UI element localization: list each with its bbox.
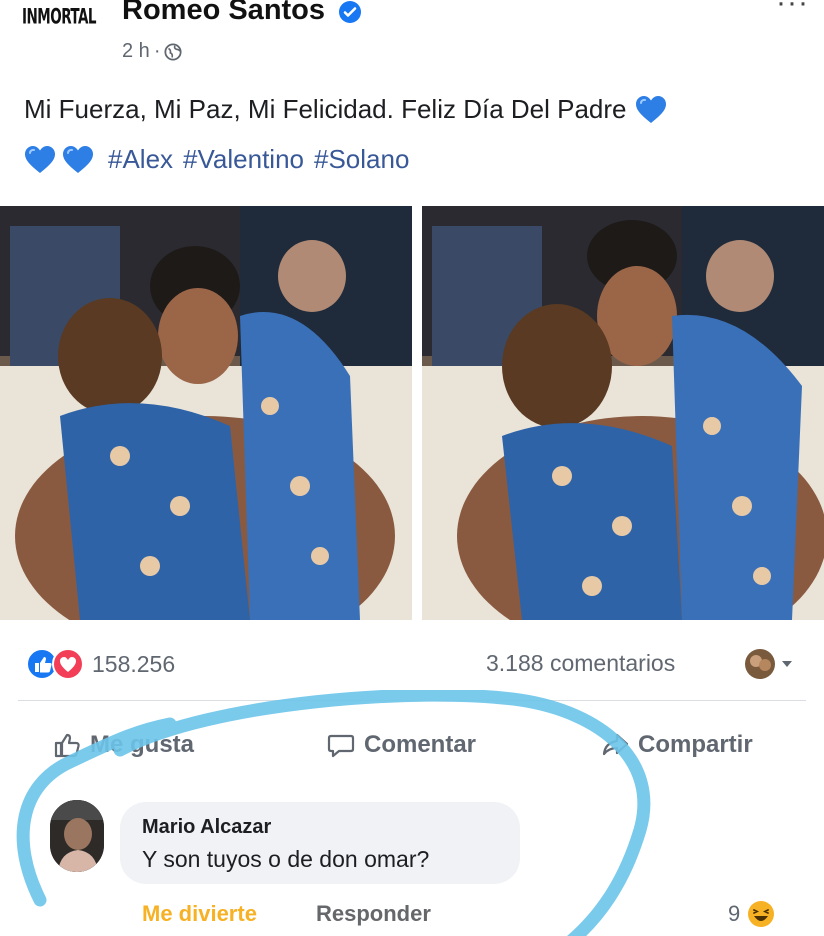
hashtag-solano[interactable]: #Solano — [314, 144, 409, 175]
caption-text: Mi Fuerza, Mi Paz, Mi Felicidad. Feliz D… — [24, 94, 627, 124]
reactions-count: 158.256 — [92, 650, 176, 677]
haha-reaction-icon — [748, 901, 775, 927]
comment-text: Y son tuyos o de don omar? — [142, 846, 430, 872]
like-label: Me gusta — [90, 731, 195, 758]
hashtag-valentino[interactable]: #Valentino — [183, 144, 304, 175]
chevron-down-icon — [782, 661, 792, 667]
comment-author[interactable]: Mario Alcazar — [142, 816, 271, 839]
reactions-summary[interactable]: 158.256 — [26, 648, 175, 680]
like-button[interactable]: Me gusta — [52, 730, 194, 760]
share-button[interactable]: Compartir — [600, 730, 753, 760]
blue-heart-icon — [25, 145, 55, 173]
love-reaction-icon — [52, 648, 84, 680]
post-photo-right[interactable] — [422, 206, 824, 620]
page-logo[interactable]: INMORTAL — [22, 4, 106, 68]
post-caption-line2: #Alex #Valentino #Solano — [24, 144, 413, 175]
post-caption: Mi Fuerza, Mi Paz, Mi Felicidad. Feliz D… — [24, 94, 667, 125]
comment-bubble-icon — [327, 734, 355, 758]
share-arrow-icon — [602, 733, 629, 756]
reply-button[interactable]: Responder — [316, 901, 431, 927]
meta-separator: · — [153, 40, 161, 62]
hashtag-alex[interactable]: #Alex — [108, 144, 173, 175]
divider — [18, 700, 806, 701]
comment-button[interactable]: Comentar — [326, 730, 476, 760]
blue-heart-icon — [63, 145, 93, 173]
commenter-avatar[interactable] — [50, 800, 104, 872]
more-options-icon[interactable]: ··· — [776, 0, 809, 20]
post-author-name[interactable]: Romeo Santos — [122, 0, 325, 27]
comment-label: Comentar — [364, 731, 477, 758]
commenter-avatar-dropdown[interactable] — [744, 648, 794, 680]
blue-heart-icon — [635, 95, 666, 123]
comment-reaction-button[interactable]: Me divierte — [142, 901, 257, 927]
post-photo-left[interactable] — [0, 206, 412, 620]
comment-reaction-count[interactable]: 9 — [728, 899, 776, 929]
commenter-avatar-icon — [745, 649, 775, 679]
globe-icon — [164, 42, 183, 61]
verified-badge-icon — [339, 1, 361, 23]
share-label: Compartir — [638, 731, 753, 758]
comment-reaction-number: 9 — [728, 901, 741, 926]
post-meta: 2 h · — [122, 40, 183, 63]
comments-count[interactable]: 3.188 comentarios — [486, 650, 675, 677]
post-time[interactable]: 2 h — [122, 40, 150, 63]
thumbs-up-icon — [54, 733, 80, 758]
